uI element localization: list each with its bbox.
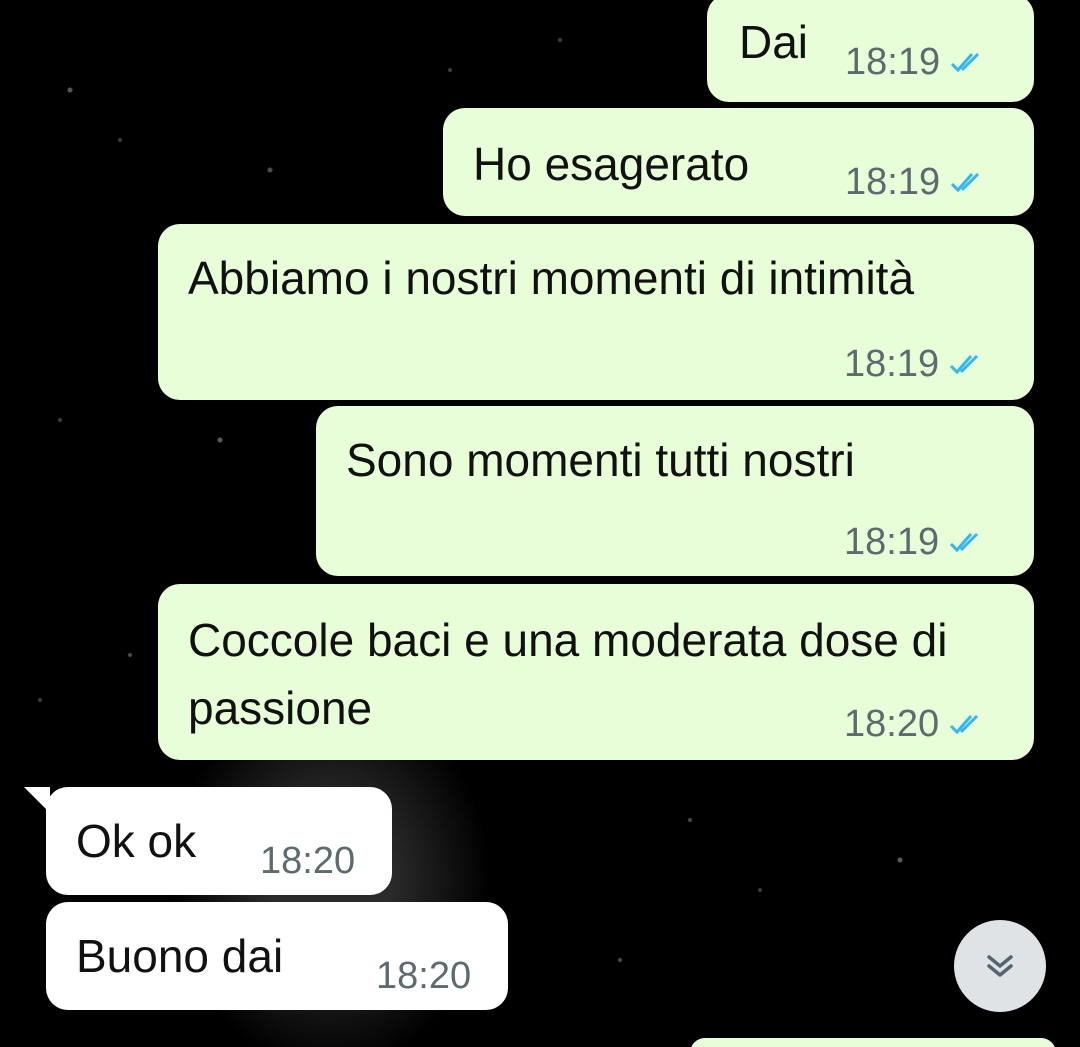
message-bubble-outgoing[interactable]: Ho esagerato 18:19 bbox=[443, 108, 1034, 216]
double-check-read-icon bbox=[950, 714, 979, 735]
double-check-read-icon bbox=[951, 52, 980, 73]
double-check-read-icon bbox=[950, 532, 979, 553]
message-bubble-outgoing[interactable]: Coccole baci e una moderata dose di pass… bbox=[158, 584, 1034, 760]
message-text: Sono momenti tutti nostri bbox=[346, 434, 855, 486]
message-time: 18:20 bbox=[844, 703, 940, 745]
message-text: Buono dai bbox=[76, 930, 284, 982]
message-time: 18:20 bbox=[260, 840, 356, 882]
message-time: 18:19 bbox=[845, 41, 941, 83]
message-text: Ok ok bbox=[76, 815, 197, 867]
message-text: Abbiamo i nostri momenti di intimità bbox=[188, 252, 915, 304]
message-bubble-incoming[interactable]: Buono dai 18:20 bbox=[46, 902, 508, 1010]
message-bubble-incoming[interactable]: Ok ok 18:20 bbox=[46, 787, 392, 895]
double-chevron-down-icon bbox=[987, 955, 1013, 977]
message-bubble-outgoing[interactable]: Dai 18:19 bbox=[707, 0, 1034, 102]
double-check-read-icon bbox=[950, 354, 979, 375]
message-text: Coccole baci e una moderata dose di pass… bbox=[188, 614, 948, 734]
chat-background[interactable]: Dai 18:19 Ho esagerato 18:19 Abbiamo i n… bbox=[0, 0, 1080, 1047]
message-bubble-outgoing[interactable]: Abbiamo i nostri momenti di intimità 18:… bbox=[158, 224, 1034, 400]
message-text: Ho esagerato bbox=[473, 138, 750, 190]
message-time: 18:19 bbox=[844, 343, 940, 385]
message-time: 18:19 bbox=[844, 521, 940, 563]
message-text: Dai bbox=[739, 16, 809, 68]
double-check-read-icon bbox=[951, 172, 980, 193]
scroll-to-bottom-button[interactable] bbox=[954, 920, 1046, 1012]
message-time: 18:20 bbox=[376, 955, 472, 997]
message-time: 18:19 bbox=[845, 161, 941, 203]
message-bubble-outgoing-partial[interactable] bbox=[690, 1038, 1056, 1047]
message-bubble-outgoing[interactable]: Sono momenti tutti nostri 18:19 bbox=[316, 406, 1034, 576]
